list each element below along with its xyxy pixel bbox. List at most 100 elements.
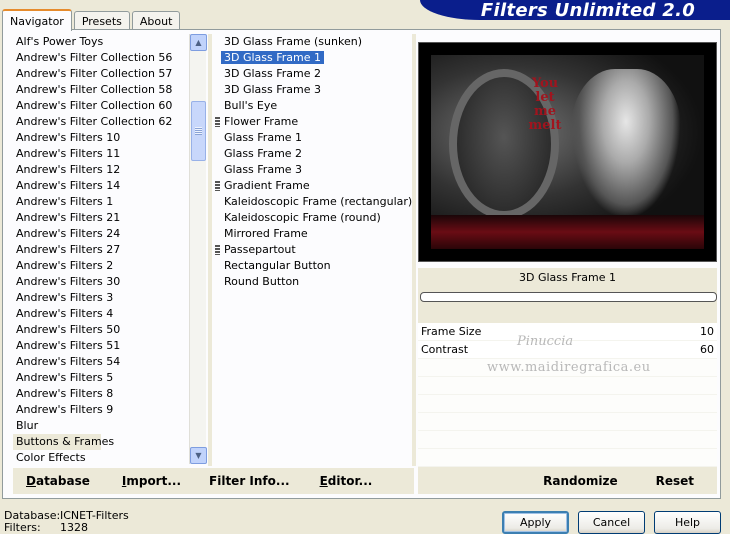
filter-item[interactable]: Bull's Eye: [213, 98, 409, 114]
filter-item-label: 3D Glass Frame 3: [224, 83, 322, 96]
category-item[interactable]: Andrew's Filters 24: [13, 226, 189, 242]
category-item[interactable]: Andrew's Filters 1: [13, 194, 189, 210]
category-item[interactable]: Andrew's Filters 10: [13, 130, 189, 146]
category-item[interactable]: Andrew's Filters 3: [13, 290, 189, 306]
filter-item-label: Rectangular Button: [224, 259, 331, 272]
group-marker-icon: [215, 245, 220, 255]
scroll-down-button[interactable]: ▼: [190, 447, 207, 464]
scroll-thumb[interactable]: [191, 101, 206, 161]
category-item[interactable]: Andrew's Filter Collection 60: [13, 98, 189, 114]
apply-button[interactable]: Apply: [502, 511, 569, 534]
category-item[interactable]: Andrew's Filters 51: [13, 338, 189, 354]
category-item[interactable]: Andrew's Filters 4: [13, 306, 189, 322]
category-item[interactable]: Andrew's Filters 12: [13, 162, 189, 178]
category-item[interactable]: Andrew's Filters 2: [13, 258, 189, 274]
param-name: Frame Size: [421, 325, 482, 338]
filter-list[interactable]: 3D Glass Frame (sunken) 3D Glass Frame 1 3…: [213, 34, 412, 466]
param-row-empty: [418, 395, 717, 413]
watermark-url: www.maidiregrafica.eu: [487, 360, 651, 375]
filter-item-label: Gradient Frame: [224, 179, 310, 192]
filter-item[interactable]: Glass Frame 2: [213, 146, 409, 162]
tab-presets[interactable]: Presets: [73, 11, 130, 30]
category-item[interactable]: Color Effects: [13, 450, 189, 466]
category-item[interactable]: Andrew's Filter Collection 57: [13, 66, 189, 82]
param-value: 60: [700, 343, 714, 356]
category-item[interactable]: Andrew's Filter Collection 56: [13, 50, 189, 66]
param-value: 10: [700, 325, 714, 338]
filter-item-label: 3D Glass Frame 1: [221, 51, 325, 64]
filter-item-label: Glass Frame 1: [224, 131, 303, 144]
filter-item-label: 3D Glass Frame 2: [224, 67, 322, 80]
filters-count-label: Filters:: [4, 521, 41, 534]
cancel-button[interactable]: Cancel: [578, 511, 645, 534]
preview-figure: [571, 69, 681, 219]
scroll-up-button[interactable]: ▲: [190, 34, 207, 51]
current-filter-title: 3D Glass Frame 1: [518, 271, 616, 284]
navigator-panel: Alf's Power Toys Andrew's Filter Collecti…: [2, 29, 721, 499]
category-item[interactable]: Andrew's Filter Collection 62: [13, 114, 189, 130]
category-item[interactable]: Alf's Power Toys: [13, 34, 189, 50]
category-item[interactable]: Andrew's Filter Collection 58: [13, 82, 189, 98]
tab-about[interactable]: About: [131, 11, 181, 30]
category-item[interactable]: Andrew's Filters 50: [13, 322, 189, 338]
filter-item[interactable]: Glass Frame 3: [213, 162, 409, 178]
editor-button[interactable]: Editor...: [315, 474, 378, 488]
category-item[interactable]: Andrew's Filters 21: [13, 210, 189, 226]
filter-item[interactable]: Round Button: [213, 274, 409, 290]
category-item[interactable]: Blur: [13, 418, 189, 434]
filter-item[interactable]: Mirrored Frame: [213, 226, 409, 242]
category-scrollbar[interactable]: ▲ ▼: [189, 34, 207, 464]
category-item[interactable]: Andrew's Filters 11: [13, 146, 189, 162]
filter-item-label: Flower Frame: [224, 115, 299, 128]
category-item[interactable]: Andrew's Filters 9: [13, 402, 189, 418]
right-button-bar: Randomize Reset: [418, 468, 717, 494]
category-item[interactable]: Andrew's Filters 5: [13, 370, 189, 386]
tab-navigator[interactable]: Navigator: [2, 9, 72, 31]
filter-item-label: Bull's Eye: [224, 99, 278, 112]
category-item[interactable]: Andrew's Filters 14: [13, 178, 189, 194]
import-button[interactable]: Import...: [117, 474, 186, 488]
filter-item[interactable]: Flower Frame: [213, 114, 409, 130]
param-row-empty: [418, 413, 717, 431]
randomize-button[interactable]: Randomize: [538, 474, 622, 488]
filter-item[interactable]: Glass Frame 1: [213, 130, 409, 146]
group-marker-icon: [215, 181, 220, 191]
filter-item[interactable]: Kaleidoscopic Frame (round): [213, 210, 409, 226]
help-button[interactable]: Help: [654, 511, 721, 534]
category-item[interactable]: Andrew's Filters 8: [13, 386, 189, 402]
progress-bar: [420, 292, 717, 302]
filter-item[interactable]: 3D Glass Frame 2: [213, 66, 409, 82]
filter-item[interactable]: Kaleidoscopic Frame (rectangular): [213, 194, 412, 210]
filter-item-label: 3D Glass Frame (sunken): [224, 35, 362, 48]
filter-item[interactable]: Passepartout: [213, 242, 409, 258]
filter-item[interactable]: 3D Glass Frame (sunken): [213, 34, 409, 50]
splitter-left[interactable]: [208, 34, 212, 466]
category-item[interactable]: Andrew's Filters 30: [13, 274, 189, 290]
category-list[interactable]: Alf's Power Toys Andrew's Filter Collecti…: [13, 34, 189, 466]
param-row-empty: [418, 377, 717, 395]
filter-item[interactable]: Gradient Frame: [213, 178, 409, 194]
reset-button[interactable]: Reset: [651, 474, 699, 488]
filter-item[interactable]: 3D Glass Frame 1: [213, 50, 409, 66]
preview-image[interactable]: You let me melt: [431, 55, 704, 249]
filter-item-label: Round Button: [224, 275, 300, 288]
status-area: Database:ICNET-Filters Filters: 1328: [4, 510, 129, 534]
database-button[interactable]: Database: [21, 474, 95, 488]
category-item[interactable]: Andrew's Filters 27: [13, 242, 189, 258]
category-item[interactable]: Andrew's Filters 54: [13, 354, 189, 370]
filter-info-button[interactable]: Filter Info...: [204, 474, 295, 488]
filter-item[interactable]: 3D Glass Frame 3: [213, 82, 409, 98]
left-button-bar: Database Import... Filter Info... Editor…: [13, 468, 414, 494]
chevron-up-icon: ▲: [195, 38, 202, 47]
category-item[interactable]: Buttons & Frames: [13, 434, 114, 450]
filter-item-label: Glass Frame 3: [224, 163, 303, 176]
tab-bar: Navigator Presets About: [2, 8, 182, 31]
brand-banner: Filters Unlimited 2.0: [420, 0, 730, 21]
preview-text: You let me melt: [528, 76, 562, 133]
filter-item-label: Mirrored Frame: [224, 227, 308, 240]
filter-item-label: Glass Frame 2: [224, 147, 303, 160]
filter-item[interactable]: Rectangular Button: [213, 258, 409, 274]
splitter-right[interactable]: [412, 34, 416, 466]
watermark-name: Pinuccia: [517, 334, 574, 349]
param-row-empty: [418, 431, 717, 449]
